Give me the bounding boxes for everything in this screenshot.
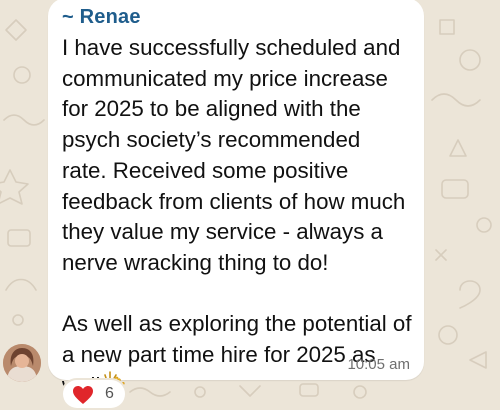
message-line: communicated my price increase bbox=[62, 65, 388, 91]
message-text: I have successfully scheduled and commun… bbox=[62, 33, 422, 405]
message-line: I have successfully scheduled and bbox=[62, 35, 401, 60]
message-line: for 2025 to be aligned with the bbox=[62, 96, 361, 122]
message-line: rate. Received some positive bbox=[62, 157, 349, 183]
message-line: psych society’s recommended bbox=[62, 127, 361, 153]
heart-icon bbox=[72, 385, 94, 410]
message-line: nerve wracking thing to do! bbox=[62, 249, 329, 275]
reaction-count: 6 bbox=[105, 385, 114, 402]
message-line: they value my service - always a bbox=[62, 219, 383, 245]
message-line: As well as exploring the potential of bbox=[62, 311, 412, 337]
avatar[interactable] bbox=[3, 344, 41, 382]
sender-name[interactable]: ~ Renae bbox=[62, 6, 141, 29]
message-timestamp: 10:05 am bbox=[347, 356, 410, 373]
message-line: feedback from clients of how much bbox=[62, 188, 406, 214]
paragraph-break bbox=[62, 279, 422, 310]
reaction-badge[interactable]: 6 bbox=[63, 380, 125, 408]
